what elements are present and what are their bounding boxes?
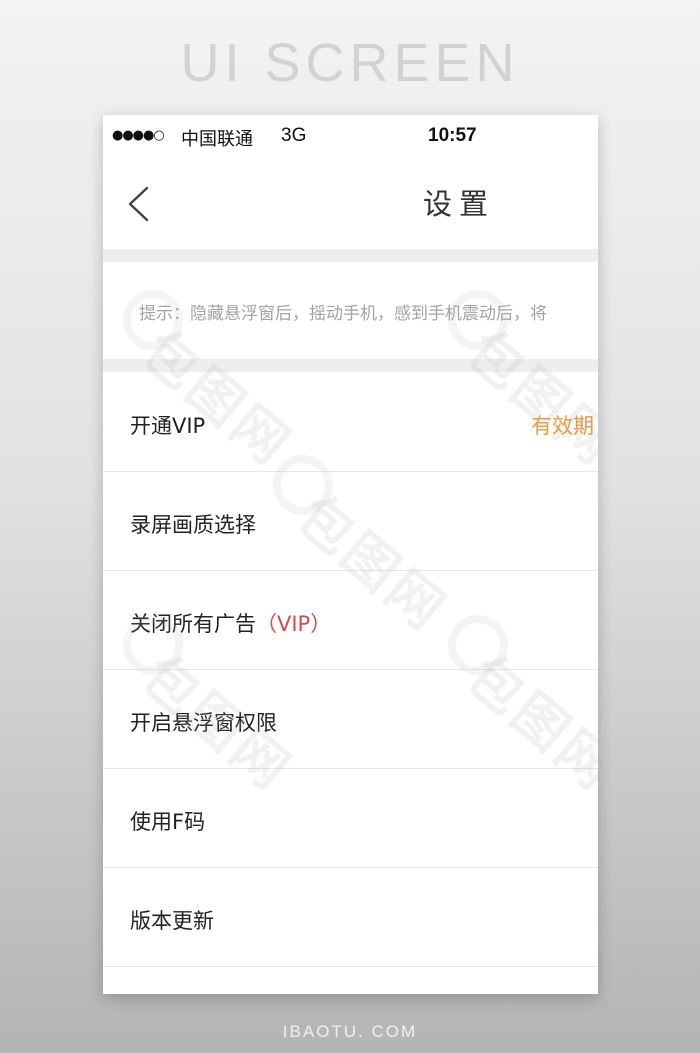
poster-title: UI SCREEN (180, 33, 520, 93)
settings-item-use-f-code[interactable]: 使用F码 (103, 769, 598, 868)
settings-item-recording-quality[interactable]: 录屏画质选择 (103, 472, 598, 571)
vip-expiry-value: 有效期 (531, 414, 594, 438)
signal-strength-icon: ●●●●○ (112, 128, 165, 143)
settings-item-close-ads[interactable]: 关闭所有广告（VIP） (103, 571, 598, 670)
settings-item-label: 使用F码 (130, 810, 206, 834)
vip-tag: （VIP） (256, 612, 332, 636)
back-button[interactable] (119, 179, 159, 229)
carrier-name: 中国联通 (181, 129, 253, 150)
status-time: 10:57 (428, 125, 477, 146)
settings-item-open-vip[interactable]: 开通VIP 有效期 (103, 373, 598, 472)
settings-item-label: 关闭所有广告（VIP） (130, 608, 331, 638)
settings-item-label: 版本更新 (130, 909, 214, 933)
settings-item-label: 开通VIP (130, 414, 206, 438)
network-type: 3G (281, 125, 307, 146)
section-divider (103, 359, 598, 372)
status-bar: ●●●●○ 中国联通 3G 10:57 (103, 115, 598, 159)
settings-item-version-update[interactable]: 版本更新 (103, 868, 598, 967)
navigation-bar: 设置 (103, 159, 598, 249)
chevron-left-icon (128, 186, 149, 222)
settings-item-label: 录屏画质选择 (130, 513, 256, 537)
section-divider (103, 249, 598, 262)
settings-item-label-text: 关闭所有广告 (130, 612, 256, 636)
settings-item-floating-window-permission[interactable]: 开启悬浮窗权限 (103, 670, 598, 769)
phone-screen: ●●●●○ 中国联通 3G 10:57 设置 提示：隐藏悬浮窗后，摇动手机，感到… (103, 115, 598, 994)
tip-text: 提示：隐藏悬浮窗后，摇动手机，感到手机震动后，将 (139, 304, 547, 324)
tip-banner: 提示：隐藏悬浮窗后，摇动手机，感到手机震动后，将 (103, 262, 598, 359)
poster-footer: IBAOTU. COM (282, 1022, 418, 1041)
settings-item-label: 开启悬浮窗权限 (130, 711, 277, 735)
settings-list: 开通VIP 有效期 录屏画质选择 关闭所有广告（VIP） 开启悬浮窗权限 使用F… (103, 373, 598, 967)
page-title: 设置 (423, 187, 496, 221)
